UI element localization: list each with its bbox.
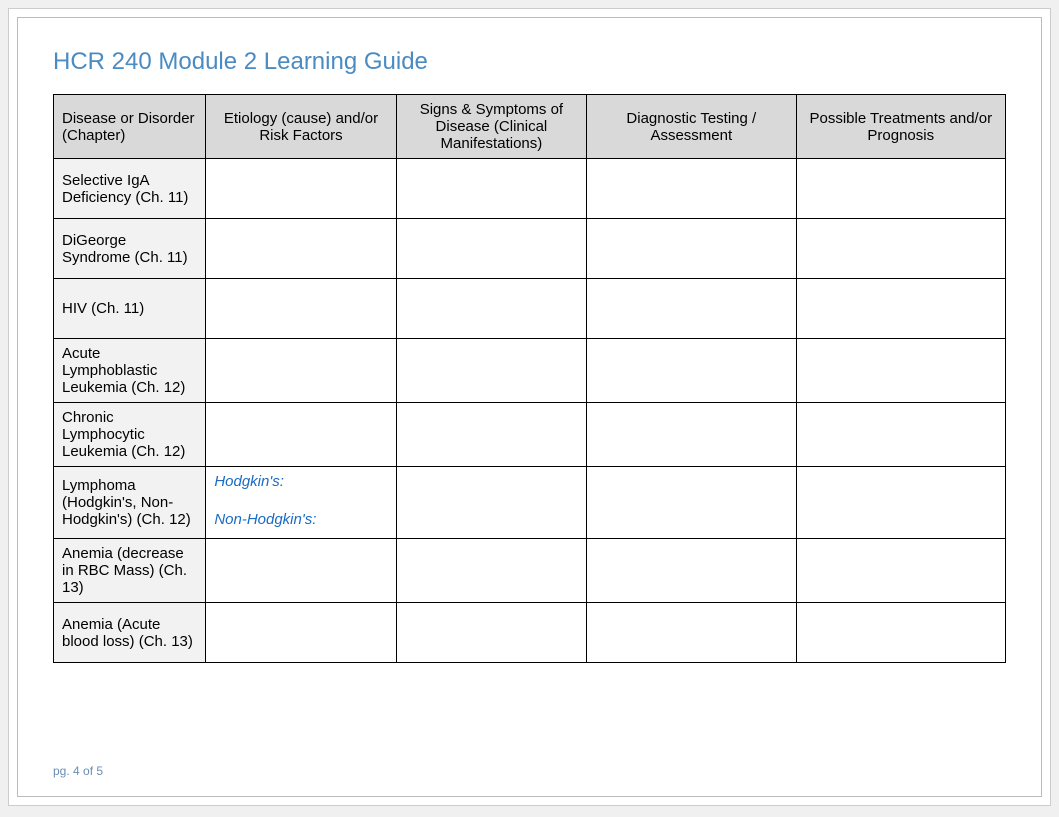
cell-diag <box>587 219 796 279</box>
cell-signs <box>396 467 586 539</box>
cell-etiology <box>206 539 396 603</box>
etiology-subentry-nonhodgkins: Non-Hodgkin's: <box>214 511 387 528</box>
cell-signs <box>396 279 586 339</box>
cell-signs <box>396 403 586 467</box>
page-title: HCR 240 Module 2 Learning Guide <box>53 48 1006 76</box>
cell-signs <box>396 339 586 403</box>
table-row: Anemia (decrease in RBC Mass) (Ch. 13) <box>54 539 1006 603</box>
cell-etiology: Hodgkin's: Non-Hodgkin's: <box>206 467 396 539</box>
cell-diag <box>587 467 796 539</box>
table-row: Anemia (Acute blood loss) (Ch. 13) <box>54 603 1006 663</box>
cell-signs <box>396 219 586 279</box>
cell-treat <box>796 339 1005 403</box>
header-diagnostic: Diagnostic Testing / Assessment <box>587 95 796 159</box>
cell-treat <box>796 539 1005 603</box>
page-inner: HCR 240 Module 2 Learning Guide Disease … <box>17 17 1042 797</box>
table-row: Chronic Lymphocytic Leukemia (Ch. 12) <box>54 403 1006 467</box>
cell-treat <box>796 159 1005 219</box>
cell-diag <box>587 339 796 403</box>
cell-signs <box>396 159 586 219</box>
page-number: pg. 4 of 5 <box>53 764 103 778</box>
cell-diag <box>587 159 796 219</box>
table-row: DiGeorge Syndrome (Ch. 11) <box>54 219 1006 279</box>
table-row: Acute Lymphoblastic Leukemia (Ch. 12) <box>54 339 1006 403</box>
cell-etiology <box>206 603 396 663</box>
cell-etiology <box>206 279 396 339</box>
header-signs: Signs & Symptoms of Disease (Clinical Ma… <box>396 95 586 159</box>
cell-disease: Anemia (Acute blood loss) (Ch. 13) <box>54 603 206 663</box>
cell-disease: Lymphoma (Hodgkin's, Non-Hodgkin's) (Ch.… <box>54 467 206 539</box>
etiology-subentry-hodgkins: Hodgkin's: <box>214 473 387 490</box>
header-disease: Disease or Disorder (Chapter) <box>54 95 206 159</box>
header-treatments: Possible Treatments and/or Prognosis <box>796 95 1005 159</box>
cell-etiology <box>206 403 396 467</box>
cell-disease: Acute Lymphoblastic Leukemia (Ch. 12) <box>54 339 206 403</box>
cell-treat <box>796 467 1005 539</box>
cell-etiology <box>206 159 396 219</box>
learning-guide-table: Disease or Disorder (Chapter) Etiology (… <box>53 94 1006 663</box>
cell-signs <box>396 603 586 663</box>
cell-treat <box>796 279 1005 339</box>
cell-disease: Chronic Lymphocytic Leukemia (Ch. 12) <box>54 403 206 467</box>
cell-disease: HIV (Ch. 11) <box>54 279 206 339</box>
cell-disease: Selective IgA Deficiency (Ch. 11) <box>54 159 206 219</box>
cell-signs <box>396 539 586 603</box>
cell-disease: DiGeorge Syndrome (Ch. 11) <box>54 219 206 279</box>
table-row: Lymphoma (Hodgkin's, Non-Hodgkin's) (Ch.… <box>54 467 1006 539</box>
cell-etiology <box>206 219 396 279</box>
cell-treat <box>796 403 1005 467</box>
table-row: HIV (Ch. 11) <box>54 279 1006 339</box>
table-row: Selective IgA Deficiency (Ch. 11) <box>54 159 1006 219</box>
cell-disease: Anemia (decrease in RBC Mass) (Ch. 13) <box>54 539 206 603</box>
cell-diag <box>587 539 796 603</box>
page-outer: HCR 240 Module 2 Learning Guide Disease … <box>8 8 1051 806</box>
cell-diag <box>587 403 796 467</box>
cell-diag <box>587 603 796 663</box>
header-etiology: Etiology (cause) and/or Risk Factors <box>206 95 396 159</box>
cell-treat <box>796 603 1005 663</box>
cell-etiology <box>206 339 396 403</box>
cell-diag <box>587 279 796 339</box>
table-header-row: Disease or Disorder (Chapter) Etiology (… <box>54 95 1006 159</box>
cell-treat <box>796 219 1005 279</box>
